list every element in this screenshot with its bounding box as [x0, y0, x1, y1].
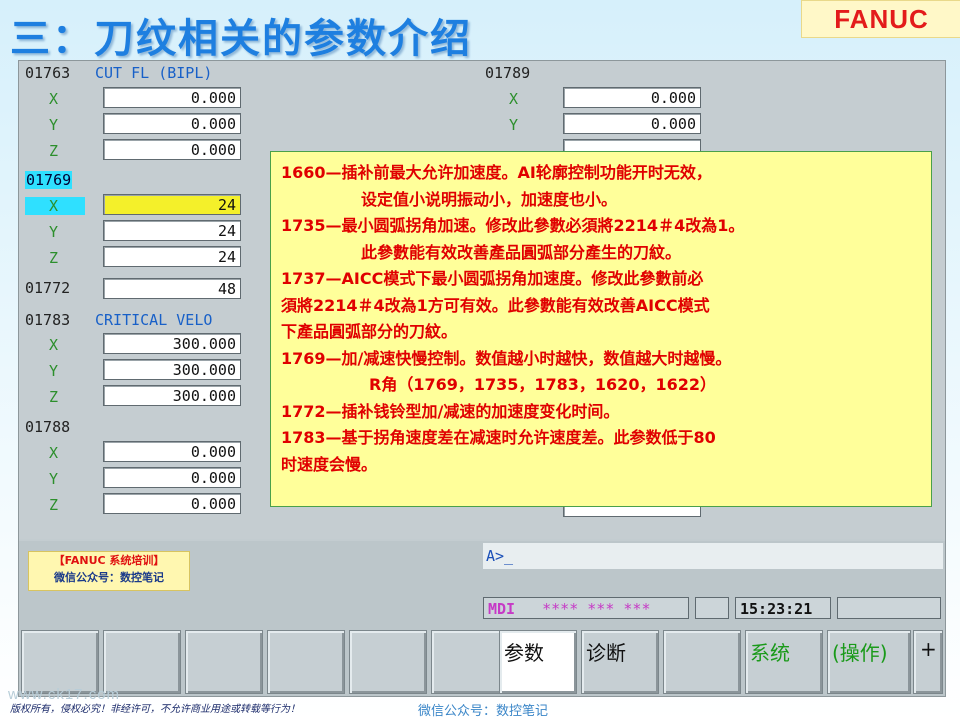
- param-number: 01788: [25, 418, 71, 436]
- softkey[interactable]: [103, 630, 181, 694]
- note-line: 須將2214＃4改為1方可有效。此參數能有效改善AICC模式: [281, 295, 710, 315]
- axis-label: Y: [49, 116, 59, 134]
- note-line: 1737—AICC模式下最小圆弧拐角加速度。修改此參數前必: [281, 269, 704, 288]
- param-number: 01789: [485, 64, 531, 82]
- status-cell: [837, 597, 941, 619]
- axis-label: Y: [49, 470, 59, 488]
- note-line: 下產品圓弧部分的刀紋。: [281, 322, 458, 341]
- param-name: CRITICAL VELO: [95, 311, 213, 329]
- axis-label: X: [49, 444, 59, 462]
- softkey-parameter[interactable]: 参数: [499, 630, 577, 694]
- status-cell: [695, 597, 729, 619]
- axis-label: Z: [49, 388, 59, 406]
- softkey[interactable]: [431, 630, 509, 694]
- axis-label: X: [509, 90, 519, 108]
- note-line: 1783—基于拐角速度差在减速时允许速度差。此参数低于80: [281, 428, 716, 447]
- clock: 15:23:21: [735, 597, 831, 619]
- param-field[interactable]: 48: [103, 278, 241, 299]
- softkey-system[interactable]: 系统: [745, 630, 823, 694]
- note-line: 设定值小说明振动小，加速度也小。: [361, 189, 618, 209]
- param-field[interactable]: 0.000: [563, 113, 701, 134]
- axis-label: Z: [49, 249, 59, 267]
- axis-label: Z: [49, 496, 59, 514]
- softkey[interactable]: [21, 630, 99, 694]
- annotation-note: 1660—插补前最大允许加速度。AI轮廓控制功能开时无效， 设定值小说明振动小，…: [270, 151, 932, 507]
- param-field[interactable]: 0.000: [103, 139, 241, 160]
- axis-label: Y: [49, 223, 59, 241]
- axis-label: X: [49, 336, 59, 354]
- axis-label: X: [49, 90, 59, 108]
- note-line: 1772—插补钱铃型加/减速的加速度变化时间。: [281, 401, 620, 421]
- note-line: 此參數能有效改善產品圓弧部分產生的刀紋。: [361, 242, 682, 262]
- softkey-diagnosis[interactable]: 诊断: [581, 630, 659, 694]
- training-title: 【FANUC 系统培训】: [53, 554, 165, 567]
- note-line: 1660—插补前最大允许加速度。AI轮廓控制功能开时无效，: [281, 163, 712, 182]
- param-field[interactable]: 24: [103, 220, 241, 241]
- parameter-panel: 01763 CUT FL (BIPL) X 0.000 Y 0.000 Z 0.…: [19, 61, 945, 539]
- page-title: 三：刀纹相关的参数介绍: [10, 16, 472, 62]
- mode-indicator: MDI **** *** ***: [483, 597, 689, 619]
- softkey-operation[interactable]: (操作): [827, 630, 911, 694]
- training-wechat: 微信公众号：数控笔记: [54, 571, 164, 584]
- softkey[interactable]: [349, 630, 427, 694]
- softkey-next[interactable]: +: [913, 630, 943, 694]
- axis-label: Y: [49, 362, 59, 380]
- status-flags: **** *** ***: [542, 600, 651, 618]
- copyright-footer: 版权所有，侵权必究！非经许可，不允许商业用途或转载等行为！: [10, 704, 300, 715]
- param-field[interactable]: 0.000: [103, 493, 241, 514]
- param-field[interactable]: 24: [103, 246, 241, 267]
- softkey[interactable]: [267, 630, 345, 694]
- fanuc-logo: FANUC: [801, 0, 960, 38]
- param-field[interactable]: 0.000: [563, 87, 701, 108]
- axis-label: Y: [509, 116, 519, 134]
- wechat-footer: 微信公众号：数控笔记: [418, 704, 549, 719]
- param-field[interactable]: 300.000: [103, 333, 241, 354]
- note-line: 1769—加/减速快慢控制。数值越小时越快，数值越大时越慢。: [281, 348, 732, 368]
- param-number: 01783: [25, 311, 71, 329]
- param-name: CUT FL (BIPL): [95, 64, 213, 82]
- softkey-blank[interactable]: [663, 630, 741, 694]
- mdi-input[interactable]: A>_: [483, 543, 943, 569]
- note-line: 时速度会慢。: [281, 454, 378, 474]
- param-number: 01772: [25, 279, 71, 297]
- cnc-screen: 01763 CUT FL (BIPL) X 0.000 Y 0.000 Z 0.…: [18, 60, 946, 697]
- param-field[interactable]: 300.000: [103, 385, 241, 406]
- axis-label-selected: X: [25, 197, 85, 215]
- softkey[interactable]: [185, 630, 263, 694]
- param-number-selected: 01769: [25, 171, 73, 189]
- mode-label: MDI: [488, 600, 516, 618]
- training-badge: 【FANUC 系统培训】 微信公众号：数控笔记: [28, 551, 190, 591]
- param-field-selected[interactable]: 24: [103, 194, 241, 215]
- note-line: R角（1769，1735，1783，1620，1622）: [369, 375, 716, 394]
- param-field[interactable]: 0.000: [103, 113, 241, 134]
- param-field[interactable]: 0.000: [103, 87, 241, 108]
- note-line: 1735—最小圆弧拐角加速。修改此參數必須將2214＃4改為1。: [281, 216, 745, 235]
- param-field[interactable]: 0.000: [103, 467, 241, 488]
- axis-label: Z: [49, 142, 59, 160]
- param-number: 01763: [25, 64, 71, 82]
- param-field[interactable]: 0.000: [103, 441, 241, 462]
- param-field[interactable]: 300.000: [103, 359, 241, 380]
